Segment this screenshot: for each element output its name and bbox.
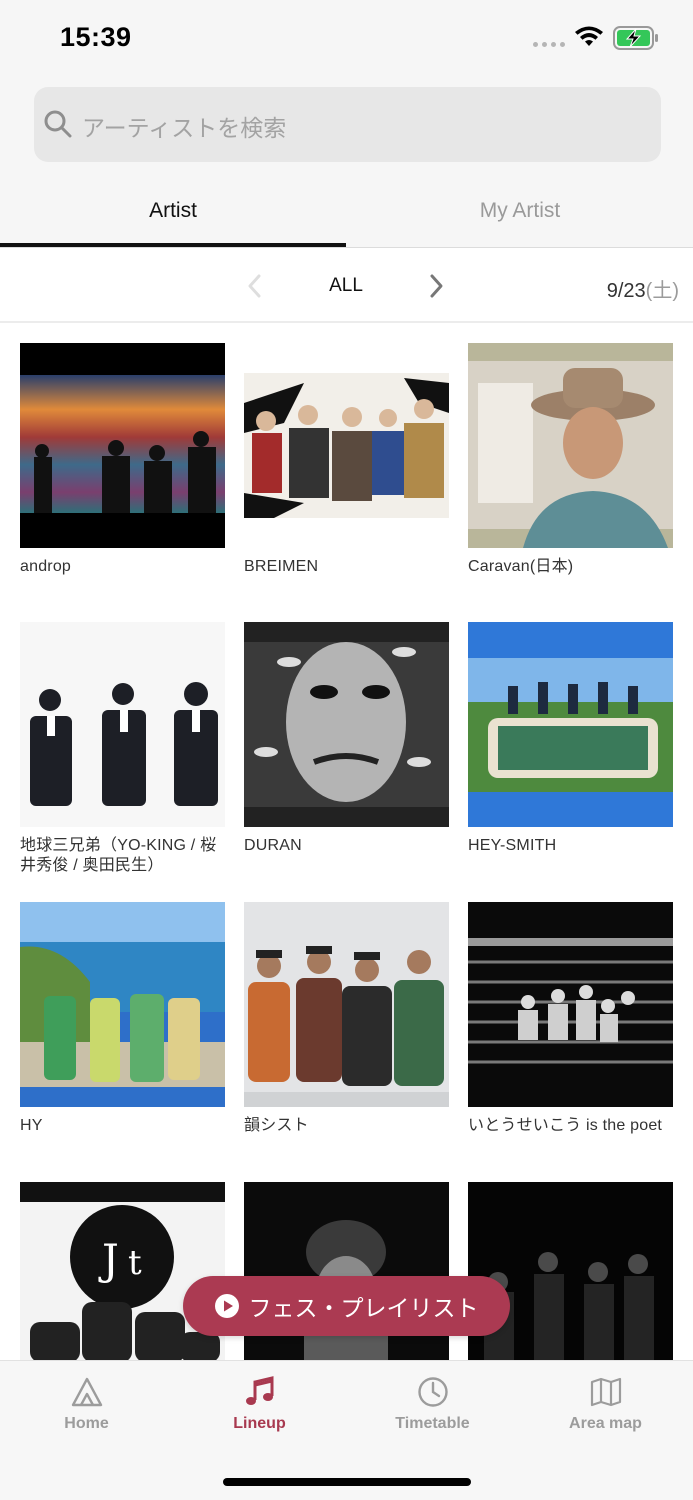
nav-label: Home	[64, 1415, 109, 1432]
artist-name: DURAN	[244, 837, 302, 854]
music-note-icon	[245, 1376, 273, 1405]
search-icon	[44, 110, 72, 138]
home-icon	[71, 1377, 102, 1407]
artist-card[interactable]: 韻シスト	[244, 902, 449, 1136]
artist-card[interactable]: androp	[20, 343, 225, 577]
artist-photo	[20, 622, 225, 827]
wifi-icon	[575, 26, 603, 46]
battery-charging-icon	[613, 26, 658, 50]
artist-photo: J t	[20, 1182, 225, 1360]
search-input[interactable]: アーティストを検索	[34, 87, 661, 162]
tab-my-artist[interactable]: My Artist	[347, 180, 693, 248]
search-placeholder: アーティストを検索	[82, 115, 287, 141]
artist-photo	[468, 902, 673, 1107]
filter-weekday: (土)	[645, 280, 679, 302]
artist-card[interactable]: DURAN	[244, 622, 449, 856]
artist-card[interactable]: Caravan(日本)	[468, 343, 673, 577]
artist-card[interactable]: J t	[20, 1182, 225, 1360]
filter-date[interactable]: 9/23(土)	[607, 274, 679, 303]
artist-name: Caravan(日本)	[468, 558, 574, 575]
nav-label: Area map	[569, 1415, 642, 1432]
home-indicator	[223, 1478, 471, 1486]
artist-name: 地球三兄弟（YO-KING / 桜井秀俊 / 奥田民生）	[20, 837, 217, 874]
artist-card[interactable]: HY	[20, 902, 225, 1136]
nav-home[interactable]: Home	[0, 1375, 173, 1433]
artist-tabs: Artist My Artist	[0, 180, 693, 248]
artist-photo	[468, 343, 673, 548]
artist-photo	[20, 902, 225, 1107]
chevron-left-icon[interactable]	[243, 272, 267, 300]
artist-card[interactable]: HEY-SMITH	[468, 622, 673, 856]
map-icon	[590, 1377, 621, 1407]
artist-name: androp	[20, 558, 72, 575]
artist-name: HEY-SMITH	[468, 837, 557, 854]
artist-photo	[468, 1182, 673, 1360]
filter-date-value: 9/23	[606, 280, 646, 302]
playlist-button-label: フェス・プレイリスト	[248, 1295, 479, 1321]
nav-lineup[interactable]: Lineup	[173, 1375, 346, 1433]
artist-card[interactable]: いとうせいこう is the poet	[468, 902, 673, 1136]
nav-area-map[interactable]: Area map	[519, 1375, 692, 1433]
nav-label: Lineup	[233, 1415, 286, 1432]
artist-name: HY	[20, 1117, 43, 1134]
artist-name: いとうせいこう is the poet	[468, 1117, 663, 1134]
artist-grid: androp BREIMEN Caravan(日本) 地球三兄弟（YO-KING…	[0, 325, 693, 1360]
filter-bar: ALL 9/23(土)	[0, 249, 693, 323]
artist-photo	[244, 343, 449, 548]
artist-card[interactable]	[468, 1182, 673, 1360]
clock-icon	[417, 1377, 448, 1407]
artist-photo	[468, 622, 673, 827]
artist-card[interactable]: BREIMEN	[244, 343, 449, 577]
artist-photo	[244, 622, 449, 827]
svg-text:t: t	[128, 1243, 142, 1283]
status-bar: 15:39	[0, 0, 693, 78]
artist-name: 韻シスト	[244, 1117, 309, 1134]
status-time: 15:39	[60, 22, 132, 52]
fes-playlist-button[interactable]: フェス・プレイリスト	[183, 1276, 510, 1336]
tab-artist[interactable]: Artist	[0, 180, 346, 248]
nav-timetable[interactable]: Timetable	[346, 1375, 519, 1433]
artist-photo	[244, 902, 449, 1107]
play-icon	[214, 1294, 239, 1318]
artist-card[interactable]: 地球三兄弟（YO-KING / 桜井秀俊 / 奥田民生）	[20, 622, 225, 876]
filter-label: ALL	[329, 275, 363, 296]
tabs-divider	[0, 247, 693, 248]
nav-label: Timetable	[395, 1415, 470, 1432]
artist-name: BREIMEN	[244, 558, 319, 575]
chevron-right-icon[interactable]	[424, 272, 448, 300]
artist-photo	[20, 343, 225, 548]
cellular-signal-icon	[533, 42, 565, 47]
svg-text:J: J	[98, 1235, 119, 1284]
